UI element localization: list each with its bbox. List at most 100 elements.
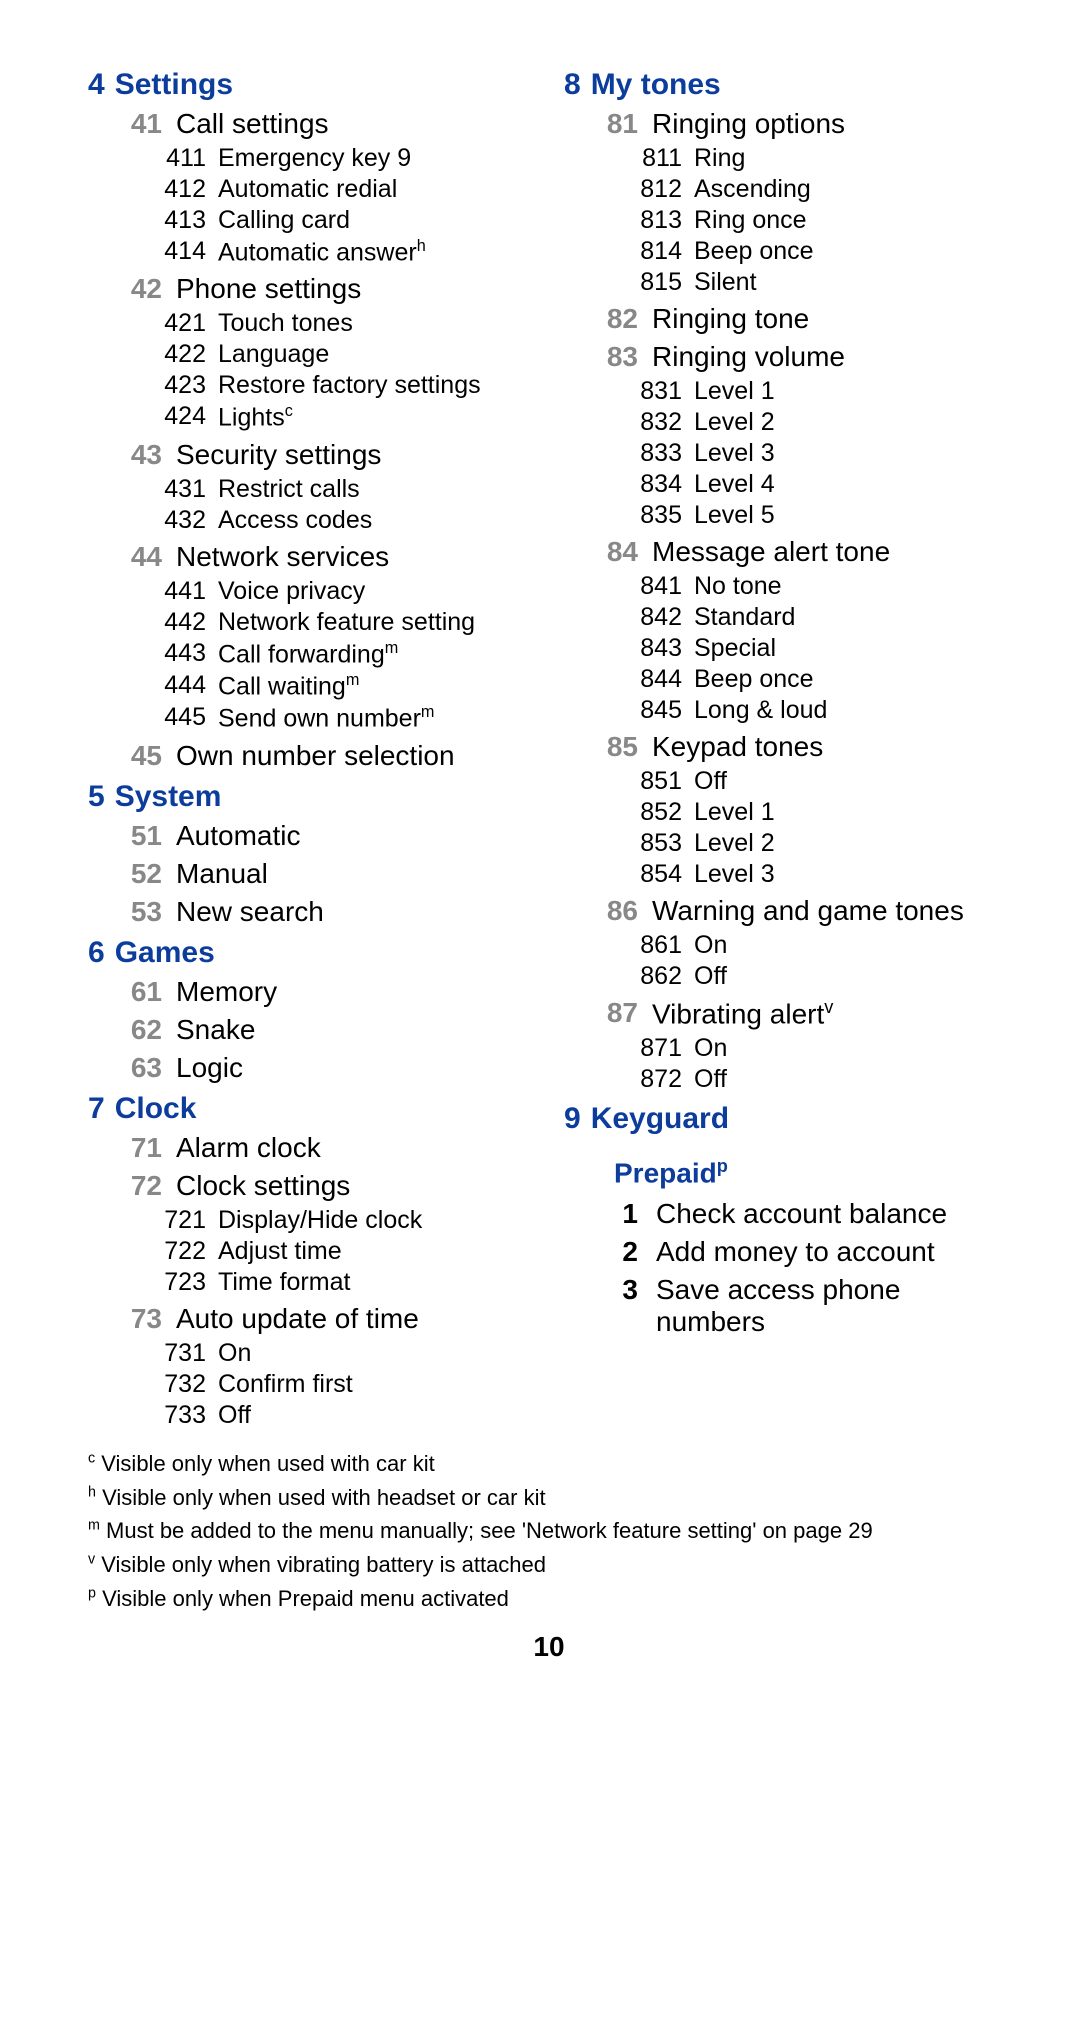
- section-heading: 5System: [88, 780, 534, 814]
- footnote-text: Visible only when Prepaid menu activated: [96, 1586, 509, 1611]
- subsection-label: Message alert tone: [652, 536, 890, 568]
- item-number: 845: [624, 696, 682, 725]
- item: 424Lightsc: [148, 402, 534, 432]
- item-label: Call forwardingm: [218, 639, 398, 669]
- subsection: 53New search: [112, 896, 534, 928]
- subsection: 41Call settings: [112, 108, 534, 140]
- footnote-ref: h: [417, 237, 426, 255]
- footnote-ref: p: [717, 1156, 728, 1176]
- subsection: 85Keypad tones: [588, 731, 1010, 763]
- subsection-number: 84: [588, 536, 638, 568]
- item: 413Calling card: [148, 206, 534, 235]
- prepaid-item-number: 2: [588, 1236, 638, 1268]
- subsection-label: Alarm clock: [176, 1132, 321, 1164]
- subsection-number: 51: [112, 820, 162, 852]
- item-label: Special: [694, 634, 776, 663]
- item-number: 412: [148, 175, 206, 204]
- item-number: 843: [624, 634, 682, 663]
- prepaid-item-number: 3: [588, 1274, 638, 1338]
- subsection: 87Vibrating alertv: [588, 997, 1010, 1030]
- item-number: 431: [148, 475, 206, 504]
- item-number: 852: [624, 798, 682, 827]
- subsection-label: Call settings: [176, 108, 329, 140]
- item-number: 413: [148, 206, 206, 235]
- subsection-number: 62: [112, 1014, 162, 1046]
- item: 411Emergency key 9: [148, 144, 534, 173]
- subsection-label: Automatic: [176, 820, 301, 852]
- section-label: Keyguard: [591, 1102, 729, 1135]
- footnote-ref: m: [385, 639, 399, 657]
- section-number: 5: [88, 780, 105, 813]
- item-number: 832: [624, 408, 682, 437]
- footnote-text: Visible only when used with headset or c…: [96, 1485, 546, 1510]
- subsection-label: Keypad tones: [652, 731, 823, 763]
- section-number: 4: [88, 68, 105, 101]
- item-label: Level 1: [694, 377, 775, 406]
- item-number: 422: [148, 340, 206, 369]
- item-label: Ring: [694, 144, 745, 173]
- item-number: 443: [148, 639, 206, 669]
- subsection-label: Own number selection: [176, 740, 455, 772]
- prepaid-item-label: Save access phone numbers: [656, 1274, 1010, 1338]
- item-number: 833: [624, 439, 682, 468]
- item-number: 815: [624, 268, 682, 297]
- section-number: 6: [88, 936, 105, 969]
- item-label: Level 4: [694, 470, 775, 499]
- item-label: Ascending: [694, 175, 811, 204]
- item-label: Beep once: [694, 665, 814, 694]
- item-label: Off: [694, 962, 727, 991]
- subsection: 86Warning and game tones: [588, 895, 1010, 927]
- item: 872Off: [624, 1065, 1010, 1094]
- item: 843 Special: [624, 634, 1010, 663]
- item: 444Call waitingm: [148, 671, 534, 701]
- item: 832Level 2: [624, 408, 1010, 437]
- item: 862Off: [624, 962, 1010, 991]
- item-label: Standard: [694, 603, 795, 632]
- item-label: Level 3: [694, 860, 775, 889]
- section-heading: 4Settings: [88, 68, 534, 102]
- subsection-number: 52: [112, 858, 162, 890]
- columns: 4Settings 41Call settings 411Emergency key…: [88, 60, 1010, 1432]
- item: 831Level 1: [624, 377, 1010, 406]
- footnote: m Must be added to the menu manually; se…: [88, 1515, 1010, 1547]
- item: 845Long & loud: [624, 696, 1010, 725]
- section-label: Games: [115, 936, 215, 969]
- item-number: 733: [148, 1401, 206, 1430]
- subsection-label: Ringing options: [652, 108, 845, 140]
- subsection-label: Logic: [176, 1052, 243, 1084]
- item-label: Level 3: [694, 439, 775, 468]
- item: 812Ascending: [624, 175, 1010, 204]
- item: 721Display/Hide clock: [148, 1206, 534, 1235]
- item: 723Time format: [148, 1268, 534, 1297]
- subsection-number: 45: [112, 740, 162, 772]
- item: 841No tone: [624, 572, 1010, 601]
- item: 421Touch tones: [148, 309, 534, 338]
- footnote: p Visible only when Prepaid menu activat…: [88, 1583, 1010, 1615]
- item-label: Automatic redial: [218, 175, 397, 204]
- item: 834Level 4: [624, 470, 1010, 499]
- item-label: Send own numberm: [218, 703, 434, 733]
- item: 412 Automatic redial: [148, 175, 534, 204]
- item-number: 721: [148, 1206, 206, 1235]
- item-number: 722: [148, 1237, 206, 1266]
- section-heading: 8My tones: [564, 68, 1010, 102]
- item-number: 835: [624, 501, 682, 530]
- item-label: On: [694, 931, 727, 960]
- item-label: Automatic answerh: [218, 237, 426, 267]
- section-number: 8: [564, 68, 581, 101]
- section-label: Prepaid: [614, 1158, 717, 1189]
- item: 861On: [624, 931, 1010, 960]
- item-number: 842: [624, 603, 682, 632]
- subsection-label: Vibrating alertv: [652, 997, 833, 1030]
- item-label: No tone: [694, 572, 782, 601]
- item: 445Send own numberm: [148, 703, 534, 733]
- item: 432Access codes: [148, 506, 534, 535]
- subsection-label: Manual: [176, 858, 268, 890]
- subsection: 43Security settings: [112, 439, 534, 471]
- item-label: Emergency key 9: [218, 144, 411, 173]
- item-number: 432: [148, 506, 206, 535]
- item-number: 813: [624, 206, 682, 235]
- subsection-number: 81: [588, 108, 638, 140]
- subsection: 81 Ringing options: [588, 108, 1010, 140]
- item-label: Ring once: [694, 206, 807, 235]
